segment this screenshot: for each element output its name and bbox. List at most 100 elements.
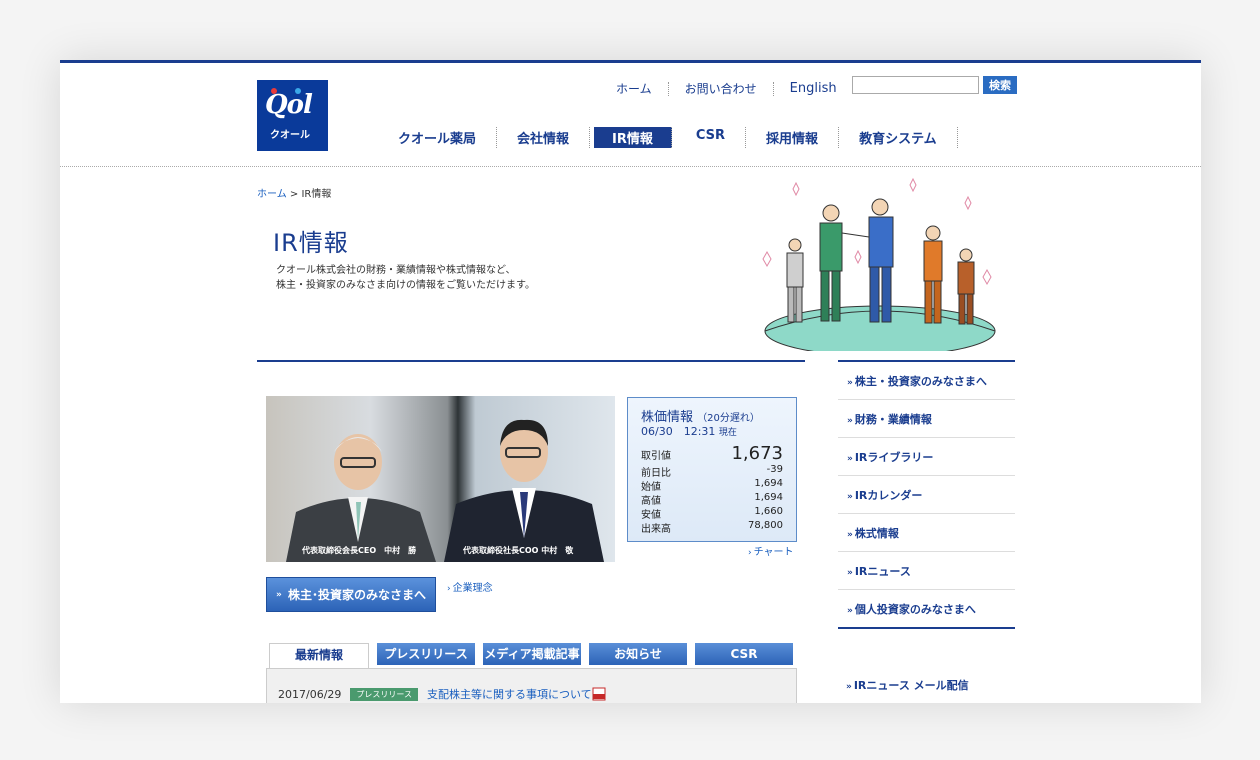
contact-link[interactable]: お問い合わせ xyxy=(669,82,774,96)
news-tabs: 最新情報 プレスリリース メディア掲載記事 お知らせ CSR xyxy=(269,643,801,669)
double-chevron-icon: » xyxy=(847,606,853,616)
sidebar-item-label: 株主・投資家のみなさまへ xyxy=(854,375,987,388)
stock-time-suffix: 現在 xyxy=(718,428,737,438)
philosophy-link[interactable]: › 企業理念 xyxy=(447,579,493,594)
stock-label: 前日比 xyxy=(641,468,671,479)
tab-csr[interactable]: CSR xyxy=(695,643,793,665)
search-button[interactable]: 検索 xyxy=(983,76,1017,94)
global-nav: クオール薬局 会社情報 IR情報 CSR 採用情報 教育システム xyxy=(378,127,958,148)
president-figure xyxy=(444,419,604,562)
stock-info-panel: 株価情報 （20分遅れ） 06/30 12:31 現在 取引値 1,673 前日… xyxy=(627,397,797,542)
sidebar-item-news[interactable]: » IRニュース xyxy=(838,552,1015,590)
stock-value: 78,800 xyxy=(748,520,783,531)
home-link[interactable]: ホーム xyxy=(600,82,669,96)
description-line: クオール株式会社の財務・業績情報や株式情報など、 xyxy=(276,265,516,276)
pdf-icon xyxy=(592,687,606,701)
logo-name: クオール xyxy=(270,130,310,141)
news-item: 2017/06/29 プレスリリース 支配株主等に関する事項について xyxy=(278,686,606,702)
content-divider xyxy=(257,360,805,362)
sidebar-item-label: IRカレンダー xyxy=(854,489,923,502)
nav-csr[interactable]: CSR xyxy=(676,127,747,148)
news-link[interactable]: 支配株主等に関する事項について xyxy=(427,686,592,702)
sidebar-item-stock[interactable]: » 株式情報 xyxy=(838,514,1015,552)
chart-link[interactable]: › チャート xyxy=(748,543,794,558)
stock-value: -39 xyxy=(766,464,783,475)
sidebar-item-label: IRニュース xyxy=(854,565,911,578)
nav-ir[interactable]: IR情報 xyxy=(594,127,672,148)
sidebar-item-label: IRライブラリー xyxy=(854,451,934,464)
double-chevron-icon: » xyxy=(846,682,852,692)
header-divider xyxy=(60,166,1201,167)
nav-recruit[interactable]: 採用情報 xyxy=(746,127,840,148)
description-line: 株主・投資家のみなさま向けの情報をご覧いただけます。 xyxy=(276,280,535,291)
stock-row: 前日比 -39 xyxy=(641,464,783,479)
double-chevron-icon: » xyxy=(847,568,853,578)
mail-link-label: IRニュース メール配信 xyxy=(853,679,969,692)
stock-value: 1,660 xyxy=(754,506,783,517)
breadcrumb-home[interactable]: ホーム xyxy=(257,189,287,200)
photo-caption-president: 代表取締役社長COO 中村 敬 xyxy=(463,546,574,555)
utility-links: ホーム お問い合わせ English xyxy=(600,79,853,99)
stock-value: 1,694 xyxy=(754,492,783,503)
stock-value: 1,673 xyxy=(731,443,783,464)
business-people-illustration xyxy=(762,177,996,351)
double-chevron-icon: » xyxy=(847,454,853,464)
breadcrumb-separator: > xyxy=(289,189,299,200)
philosophy-link-label: 企業理念 xyxy=(452,583,493,594)
sidebar-item-calendar[interactable]: » IRカレンダー xyxy=(838,476,1015,514)
sidebar-item-investors[interactable]: » 株主・投資家のみなさまへ xyxy=(838,362,1015,400)
nav-company[interactable]: 会社情報 xyxy=(497,127,591,148)
search-input[interactable] xyxy=(852,76,979,94)
stock-label: 出来高 xyxy=(641,524,671,535)
stock-label: 安値 xyxy=(641,510,661,521)
double-chevron-icon: » xyxy=(275,589,282,600)
chevron-right-icon: › xyxy=(748,548,752,558)
breadcrumb-current: IR情報 xyxy=(301,189,332,200)
sidebar-item-library[interactable]: » IRライブラリー xyxy=(838,438,1015,476)
stock-row: 出来高 78,800 xyxy=(641,520,783,535)
mail-subscription-link[interactable]: » IRニュース メール配信 xyxy=(846,677,969,693)
nav-pharmacy[interactable]: クオール薬局 xyxy=(378,127,498,148)
double-chevron-icon: » xyxy=(847,530,853,540)
executives-photo: 代表取締役会長CEO 中村 勝 代表取締役社長COO 中村 敬 xyxy=(266,396,615,562)
chevron-right-icon: › xyxy=(447,584,451,594)
tab-press-release[interactable]: プレスリリース xyxy=(377,643,475,665)
chairman-figure xyxy=(286,434,436,562)
stock-row: 安値 1,660 xyxy=(641,506,783,521)
ir-sidebar: » 株主・投資家のみなさまへ » 財務・業績情報 » IRライブラリー » IRカレンダ… xyxy=(838,360,1015,629)
tab-latest[interactable]: 最新情報 xyxy=(269,643,369,669)
stock-time: 06/30 12:31 xyxy=(641,425,716,438)
breadcrumb: ホーム > IR情報 xyxy=(257,185,331,200)
chart-link-label: チャート xyxy=(753,547,794,558)
english-link[interactable]: English xyxy=(774,82,853,96)
news-category-badge: プレスリリース xyxy=(350,687,419,701)
news-list: 2017/06/29 プレスリリース 支配株主等に関する事項について xyxy=(266,668,797,703)
stock-label: 高値 xyxy=(641,496,661,507)
stock-label: 始値 xyxy=(641,482,661,493)
stock-row: 高値 1,694 xyxy=(641,492,783,507)
double-chevron-icon: » xyxy=(847,378,853,388)
nav-education[interactable]: 教育システム xyxy=(839,127,958,148)
news-date: 2017/06/29 xyxy=(278,687,342,701)
sidebar-item-label: 財務・業績情報 xyxy=(854,413,932,426)
stock-row-price: 取引値 1,673 xyxy=(641,443,783,464)
site-search: 検索 xyxy=(852,76,1017,94)
page-title: IR情報 xyxy=(273,229,349,257)
double-chevron-icon: » xyxy=(847,492,853,502)
stock-timestamp: 06/30 12:31 現在 xyxy=(641,423,737,439)
stock-value: 1,694 xyxy=(754,478,783,489)
tab-media[interactable]: メディア掲載記事 xyxy=(483,643,581,665)
sidebar-item-individual[interactable]: » 個人投資家のみなさまへ xyxy=(838,590,1015,627)
logo-mark: Qol xyxy=(265,90,313,120)
sidebar-item-financial[interactable]: » 財務・業績情報 xyxy=(838,400,1015,438)
stock-label: 取引値 xyxy=(641,451,671,462)
stock-row: 始値 1,694 xyxy=(641,478,783,493)
qol-logo[interactable]: Qol クオール xyxy=(257,80,328,151)
investor-button-label: 株主･投資家のみなさまへ xyxy=(288,588,427,602)
investor-button[interactable]: » 株主･投資家のみなさまへ xyxy=(266,577,436,612)
photo-caption-chairman: 代表取締役会長CEO 中村 勝 xyxy=(302,546,417,555)
sidebar-item-label: 個人投資家のみなさまへ xyxy=(854,603,976,616)
sidebar-item-label: 株式情報 xyxy=(854,527,899,540)
tab-notice[interactable]: お知らせ xyxy=(589,643,687,665)
page-frame: Qol クオール ホーム お問い合わせ English 検索 クオール薬局 会社… xyxy=(60,60,1201,703)
